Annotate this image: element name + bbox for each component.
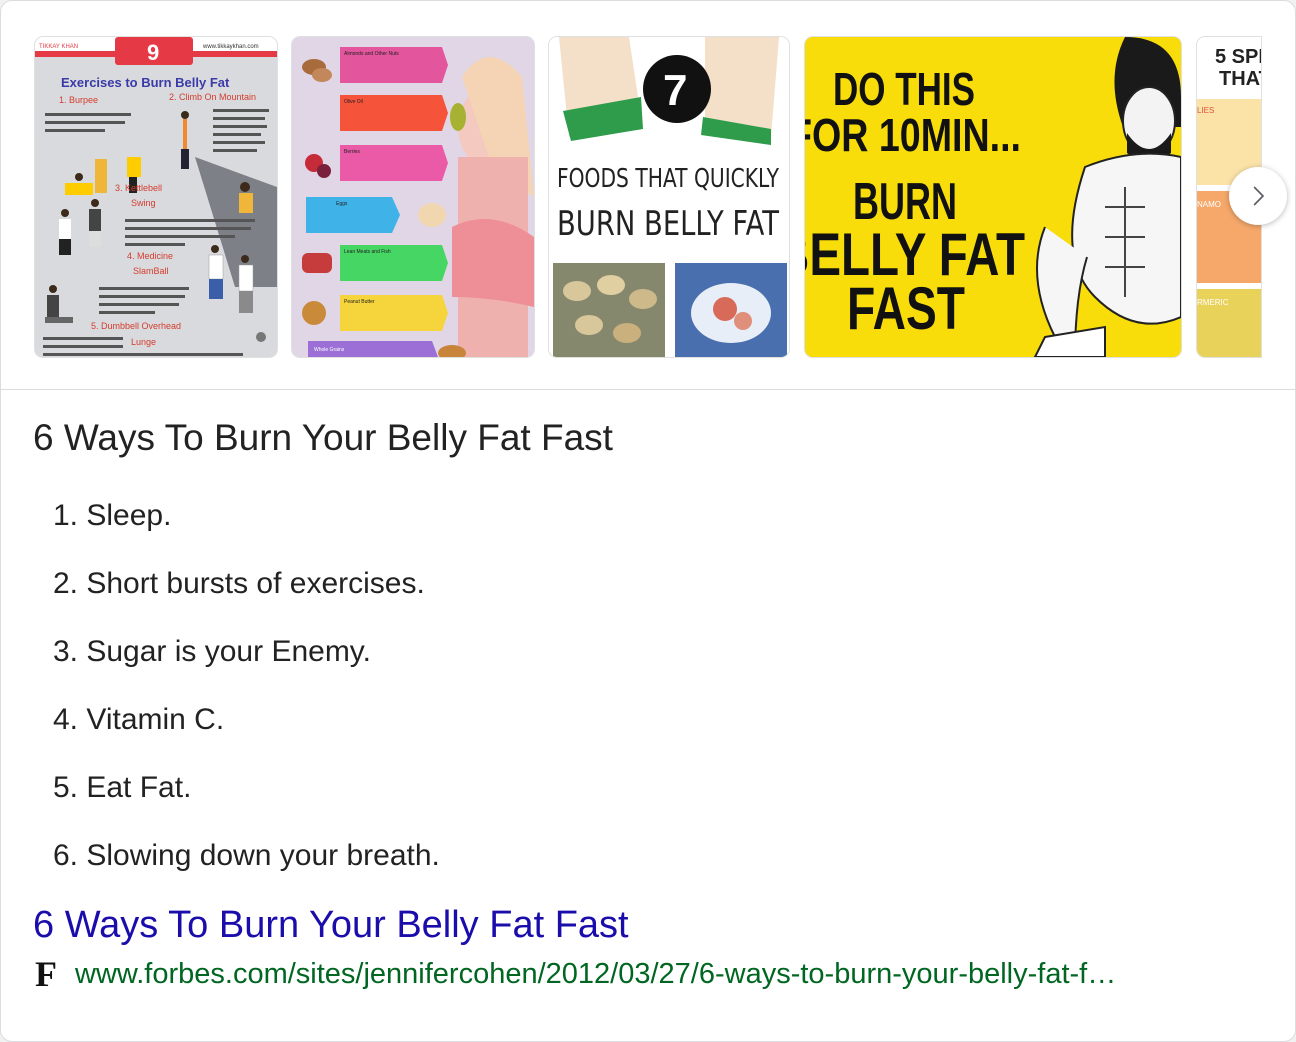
thumbnail-foods-graphic: Almonds and Other Nuts Olive Oil Berries…: [292, 37, 534, 357]
carousel-next-button[interactable]: [1229, 167, 1287, 225]
list-item: 2. Short bursts of exercises.: [53, 567, 425, 600]
thumb2-label-5: Lean Meats and Fish: [344, 249, 391, 255]
snippet-list: 1. Sleep. 2. Short bursts of exercises. …: [53, 493, 440, 901]
result-url-link[interactable]: www.forbes.com/sites/jennifercohen/2012/…: [75, 958, 1247, 991]
thumb1-label-6: SlamBall: [133, 266, 169, 276]
thumb5-label-3: RMERIC: [1197, 298, 1229, 307]
featured-snippet-card: TIKKAY KHAN 9 www.tikkaykhan.com Exercis…: [0, 0, 1296, 1042]
result-title-link[interactable]: 6 Ways To Burn Your Belly Fat Fast: [33, 904, 629, 947]
thumb1-brand: TIKKAY KHAN: [39, 44, 78, 50]
thumbnail-do-this-10min[interactable]: DO THIS FOR 10MIN... BURN BELLY FAT FAST: [805, 37, 1181, 357]
chevron-right-icon: [1253, 186, 1264, 206]
thumb1-label-7: 5. Dumbbell Overhead: [91, 321, 181, 331]
thumb2-label-6: Peanut Butter: [344, 299, 375, 305]
result-source: F www.forbes.com/sites/jennifercohen/201…: [35, 954, 1247, 994]
thumb1-number: 9: [147, 40, 159, 65]
thumbnail-exercises-graphic: TIKKAY KHAN 9 www.tikkaykhan.com Exercis…: [35, 37, 277, 356]
thumbnail-foods-infographic[interactable]: Almonds and Other Nuts Olive Oil Berries…: [292, 37, 534, 357]
thumbnail-foods-burn-belly-fat[interactable]: 7 FOODS THAT QUICKLY BURN BELLY FAT: [549, 37, 789, 357]
thumb5-label-1: LIES: [1197, 106, 1214, 115]
thumb1-heading: Exercises to Burn Belly Fat: [61, 75, 230, 90]
thumb4-line5: FAST: [847, 275, 965, 342]
thumb1-site: www.tikkaykhan.com: [202, 44, 259, 50]
thumb4-line2: FOR 10MIN...: [805, 109, 1021, 161]
thumb5-line2: THAT: [1219, 68, 1261, 90]
thumb1-label-3: 3. Kettlebell: [115, 183, 162, 193]
thumb2-label-7: Whole Grains: [314, 347, 345, 353]
thumb2-label-3: Berries: [344, 149, 360, 155]
thumb1-label-8: Lunge: [131, 337, 156, 347]
thumb2-label-1: Almonds and Other Nuts: [344, 51, 399, 57]
thumb1-label-1: 1. Burpee: [59, 95, 98, 105]
thumb1-label-5: 4. Medicine: [127, 251, 173, 261]
forbes-favicon-icon: F: [35, 954, 57, 994]
image-carousel: TIKKAY KHAN 9 www.tikkaykhan.com Exercis…: [1, 1, 1295, 390]
thumb5-line1: 5 SPI: [1215, 46, 1261, 68]
thumb1-label-4: Swing: [131, 198, 156, 208]
list-item: 5. Eat Fat.: [53, 771, 192, 804]
thumb3-line2: BURN BELLY FAT: [557, 204, 779, 244]
thumb4-line1: DO THIS: [833, 63, 975, 115]
list-item: 3. Sugar is your Enemy.: [53, 635, 371, 668]
list-item: 6. Slowing down your breath.: [53, 839, 440, 872]
thumb3-line1: FOODS THAT QUICKLY: [557, 164, 779, 194]
thumb1-label-2: 2. Climb On Mountain: [169, 92, 256, 102]
snippet-title: 6 Ways To Burn Your Belly Fat Fast: [33, 417, 613, 458]
thumb5-label-2: NAMO: [1197, 200, 1221, 209]
thumbnail-workout-graphic: DO THIS FOR 10MIN... BURN BELLY FAT FAST: [805, 37, 1181, 357]
list-item: 4. Vitamin C.: [53, 703, 225, 736]
thumbnail-exercises-infographic[interactable]: TIKKAY KHAN 9 www.tikkaykhan.com Exercis…: [35, 37, 277, 357]
thumb3-number: 7: [663, 66, 687, 115]
thumbnail-belly-foods-graphic: 7 FOODS THAT QUICKLY BURN BELLY FAT: [549, 37, 789, 357]
thumb2-label-2: Olive Oil: [344, 99, 363, 105]
thumb2-label-4: Eggs: [336, 201, 348, 207]
list-item: 1. Sleep.: [53, 499, 172, 532]
